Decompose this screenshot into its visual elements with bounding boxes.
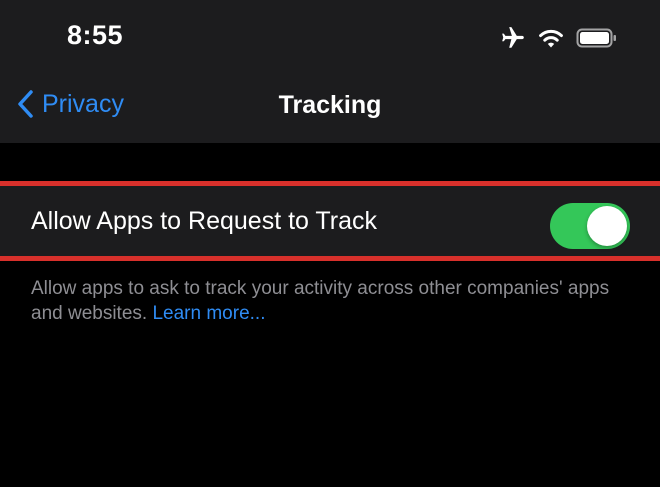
allow-tracking-requests-row: Allow Apps to Request to Track <box>0 186 660 256</box>
allow-tracking-requests-toggle[interactable] <box>550 203 630 249</box>
allow-tracking-requests-label: Allow Apps to Request to Track <box>31 207 378 235</box>
highlight-border-bottom <box>0 256 660 261</box>
tracking-description: Allow apps to ask to track your activity… <box>31 276 641 326</box>
back-button[interactable]: Privacy <box>16 89 124 119</box>
learn-more-link[interactable]: Learn more... <box>152 303 265 324</box>
navigation-bar: Privacy Tracking <box>0 75 660 143</box>
status-icons <box>500 24 618 52</box>
status-bar: 8:55 <box>0 0 660 75</box>
tracking-description-text: Allow apps to ask to track your activity… <box>31 278 610 324</box>
wifi-icon <box>538 27 564 49</box>
tracking-settings-screen: 8:55 Privacy Tracking Allow Apps to Requ… <box>0 0 660 487</box>
status-time: 8:55 <box>67 20 124 50</box>
chevron-left-icon <box>16 89 34 119</box>
battery-icon <box>576 27 618 49</box>
toggle-knob <box>587 206 627 246</box>
airplane-icon <box>500 25 526 51</box>
back-button-label: Privacy <box>42 89 124 118</box>
